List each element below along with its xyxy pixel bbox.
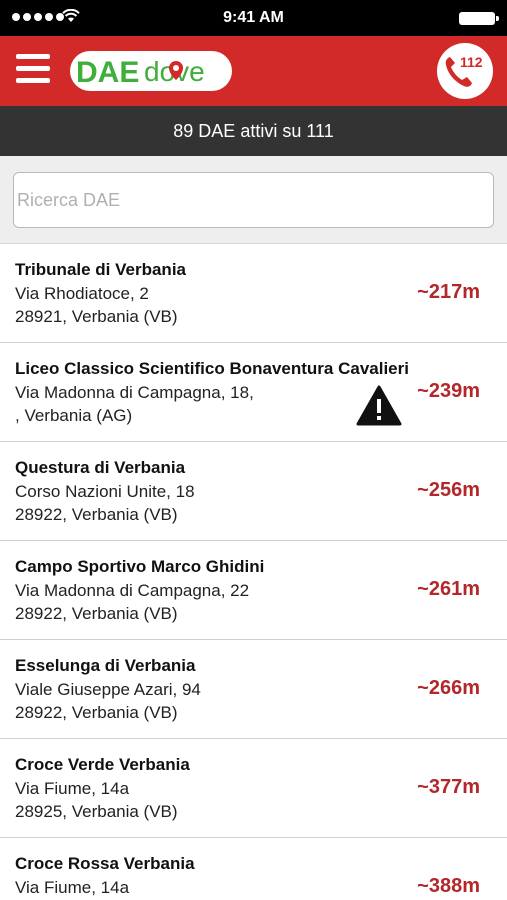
search-area <box>0 156 507 244</box>
location-name: Campo Sportivo Marco Ghidini <box>15 557 265 576</box>
location-address: Corso Nazioni Unite, 18 <box>15 482 195 501</box>
location-address: Via Rhodiatoce, 2 <box>15 284 149 303</box>
location-name: Liceo Classico Scientifico Bonaventura C… <box>15 359 409 378</box>
location-city: , Verbania (AG) <box>15 406 133 425</box>
search-input[interactable] <box>13 172 494 228</box>
location-name: Tribunale di Verbania <box>15 260 186 279</box>
location-address: Via Fiume, 14a <box>15 878 130 897</box>
list-item[interactable]: Campo Sportivo Marco Ghidini Via Madonna… <box>0 541 507 640</box>
location-address: Via Madonna di Campagna, 18, <box>15 383 254 402</box>
location-address: Viale Giuseppe Azari, 94 <box>15 680 201 699</box>
hamburger-menu-icon[interactable] <box>16 54 50 86</box>
location-address: Via Madonna di Campagna, 22 <box>15 581 250 600</box>
location-city: 28925, Verbania (VB) <box>15 802 178 821</box>
list-item[interactable]: Esselunga di Verbania Viale Giuseppe Aza… <box>0 640 507 739</box>
location-distance: ~266m <box>417 677 480 699</box>
list-item[interactable]: Questura di Verbania Corso Nazioni Unite… <box>0 442 507 541</box>
location-address: Via Fiume, 14a <box>15 779 130 798</box>
location-distance: ~217m <box>417 281 480 303</box>
app-header: DAE dove 112 <box>0 36 507 106</box>
location-name: Croce Verde Verbania <box>15 755 190 774</box>
location-name: Esselunga di Verbania <box>15 656 196 675</box>
logo-dae-text: DAE <box>76 56 139 89</box>
dae-list: Tribunale di Verbania Via Rhodiatoce, 2 … <box>0 244 507 900</box>
location-distance: ~239m <box>417 380 480 402</box>
emergency-call-button[interactable]: 112 <box>437 43 493 99</box>
list-item[interactable]: Tribunale di Verbania Via Rhodiatoce, 2 … <box>0 244 507 343</box>
location-city: 28921, Verbania (VB) <box>15 307 178 326</box>
status-time: 9:41 AM <box>223 9 284 26</box>
emergency-number: 112 <box>460 54 483 70</box>
location-name: Croce Rossa Verbania <box>15 854 195 873</box>
battery-icon <box>459 12 499 25</box>
status-bar: 9:41 AM <box>0 0 507 36</box>
location-distance: ~388m <box>417 875 480 897</box>
list-item[interactable]: Croce Verde Verbania Via Fiume, 14a 2892… <box>0 739 507 838</box>
location-name: Questura di Verbania <box>15 458 186 477</box>
location-distance: ~377m <box>417 776 480 798</box>
list-item[interactable]: Croce Rossa Verbania Via Fiume, 14a ~388… <box>0 838 507 900</box>
location-distance: ~261m <box>417 578 480 600</box>
daedove-logo: DAE dove <box>70 51 232 91</box>
active-dae-count: 89 DAE attivi su 111 <box>0 106 507 156</box>
location-city: 28922, Verbania (VB) <box>15 703 178 722</box>
warning-icon <box>356 385 402 426</box>
list-item[interactable]: Liceo Classico Scientifico Bonaventura C… <box>0 343 507 442</box>
location-city: 28922, Verbania (VB) <box>15 604 178 623</box>
location-city: 28922, Verbania (VB) <box>15 505 178 524</box>
location-distance: ~256m <box>417 479 480 501</box>
